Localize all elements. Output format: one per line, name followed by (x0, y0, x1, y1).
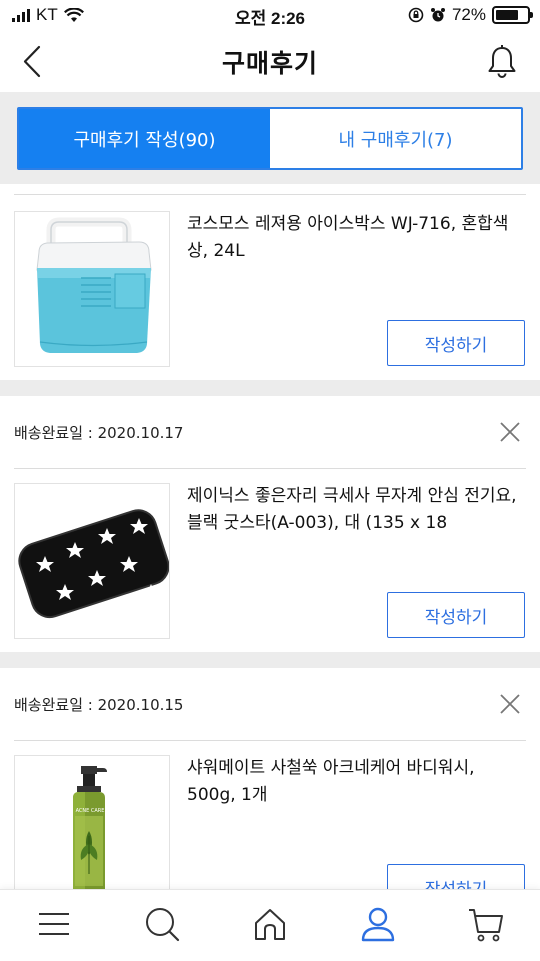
body-wash-bottle-image (73, 766, 107, 889)
product-name[interactable]: 샤워메이트 사철쑥 아크네케어 바디워시, 500g, 1개 (187, 755, 525, 809)
cart-icon (469, 909, 503, 942)
status-right: 72% (408, 5, 533, 25)
review-tabs: 구매후기 작성(90) 내 구매후기(7) (17, 107, 523, 170)
section-separator (0, 652, 540, 668)
wifi-icon (63, 7, 84, 22)
profile-button[interactable] (358, 904, 398, 944)
divider (14, 468, 526, 469)
cart-button[interactable] (466, 904, 506, 944)
product-thumbnail[interactable] (14, 211, 170, 367)
close-icon[interactable] (498, 420, 522, 444)
write-review-button[interactable]: 작성하기 (387, 320, 525, 366)
product-name[interactable]: 제이닉스 좋은자리 극세사 무자계 안심 전기요, 블랙 굿스타(A-003),… (187, 483, 525, 537)
product-name[interactable]: 코스모스 레져용 아이스박스 WJ-716, 혼합색상, 24L (187, 211, 525, 265)
review-item: 배송완료일 : 2020.10.15 ACNE CARE 샤워메이트 사철쑥 아… (0, 668, 540, 889)
battery-icon (492, 6, 533, 24)
delivery-date: 배송완료일 : 2020.10.15 (14, 696, 184, 714)
alarm-icon (430, 8, 445, 22)
write-review-button[interactable]: 작성하기 (387, 592, 525, 638)
review-item: 코스모스 레져용 아이스박스 WJ-716, 혼합색상, 24L 작성하기 (0, 184, 540, 380)
home-icon (255, 909, 285, 940)
menu-icon (39, 913, 69, 935)
review-item: 배송완료일 : 2020.10.17 제이닉스 좋은자리 극세사 무자계 안심 … (0, 396, 540, 652)
profile-icon (361, 907, 395, 942)
page-title: 구매후기 (221, 49, 318, 78)
divider (14, 194, 526, 195)
search-icon (146, 908, 180, 942)
black-star-blanket-image (18, 509, 169, 619)
nav-header: 구매후기 (0, 30, 540, 92)
delivery-date-row: 배송완료일 : 2020.10.17 (0, 396, 540, 468)
bottle-label-text: ACNE CARE (75, 808, 105, 814)
close-icon[interactable] (498, 692, 522, 716)
battery-percent: 72% (451, 5, 486, 24)
bell-icon (488, 45, 516, 78)
write-review-button[interactable]: 작성하기 (387, 864, 525, 889)
section-separator (0, 380, 540, 396)
notification-button[interactable] (482, 42, 522, 82)
status-bar: KT 오전 2:26 72% (0, 0, 540, 30)
product-thumbnail[interactable]: ACNE CARE (14, 755, 170, 889)
rotation-lock-icon (408, 7, 424, 23)
bottom-navigation (0, 889, 540, 961)
menu-button[interactable] (34, 904, 74, 944)
carrier-label: KT (36, 5, 58, 24)
signal-icon (12, 8, 30, 22)
search-button[interactable] (142, 904, 182, 944)
divider (14, 740, 526, 741)
tabs-area: 구매후기 작성(90) 내 구매후기(7) (0, 92, 540, 184)
delivery-date: 배송완료일 : 2020.10.17 (14, 424, 184, 442)
home-button[interactable] (250, 904, 290, 944)
product-thumbnail[interactable] (14, 483, 170, 639)
status-left: KT (12, 5, 84, 25)
tab-my-reviews[interactable]: 내 구매후기(7) (270, 109, 521, 168)
delivery-date-row: 배송완료일 : 2020.10.15 (0, 668, 540, 740)
tab-write-review[interactable]: 구매후기 작성(90) (19, 109, 270, 168)
icebox-image (36, 217, 152, 353)
